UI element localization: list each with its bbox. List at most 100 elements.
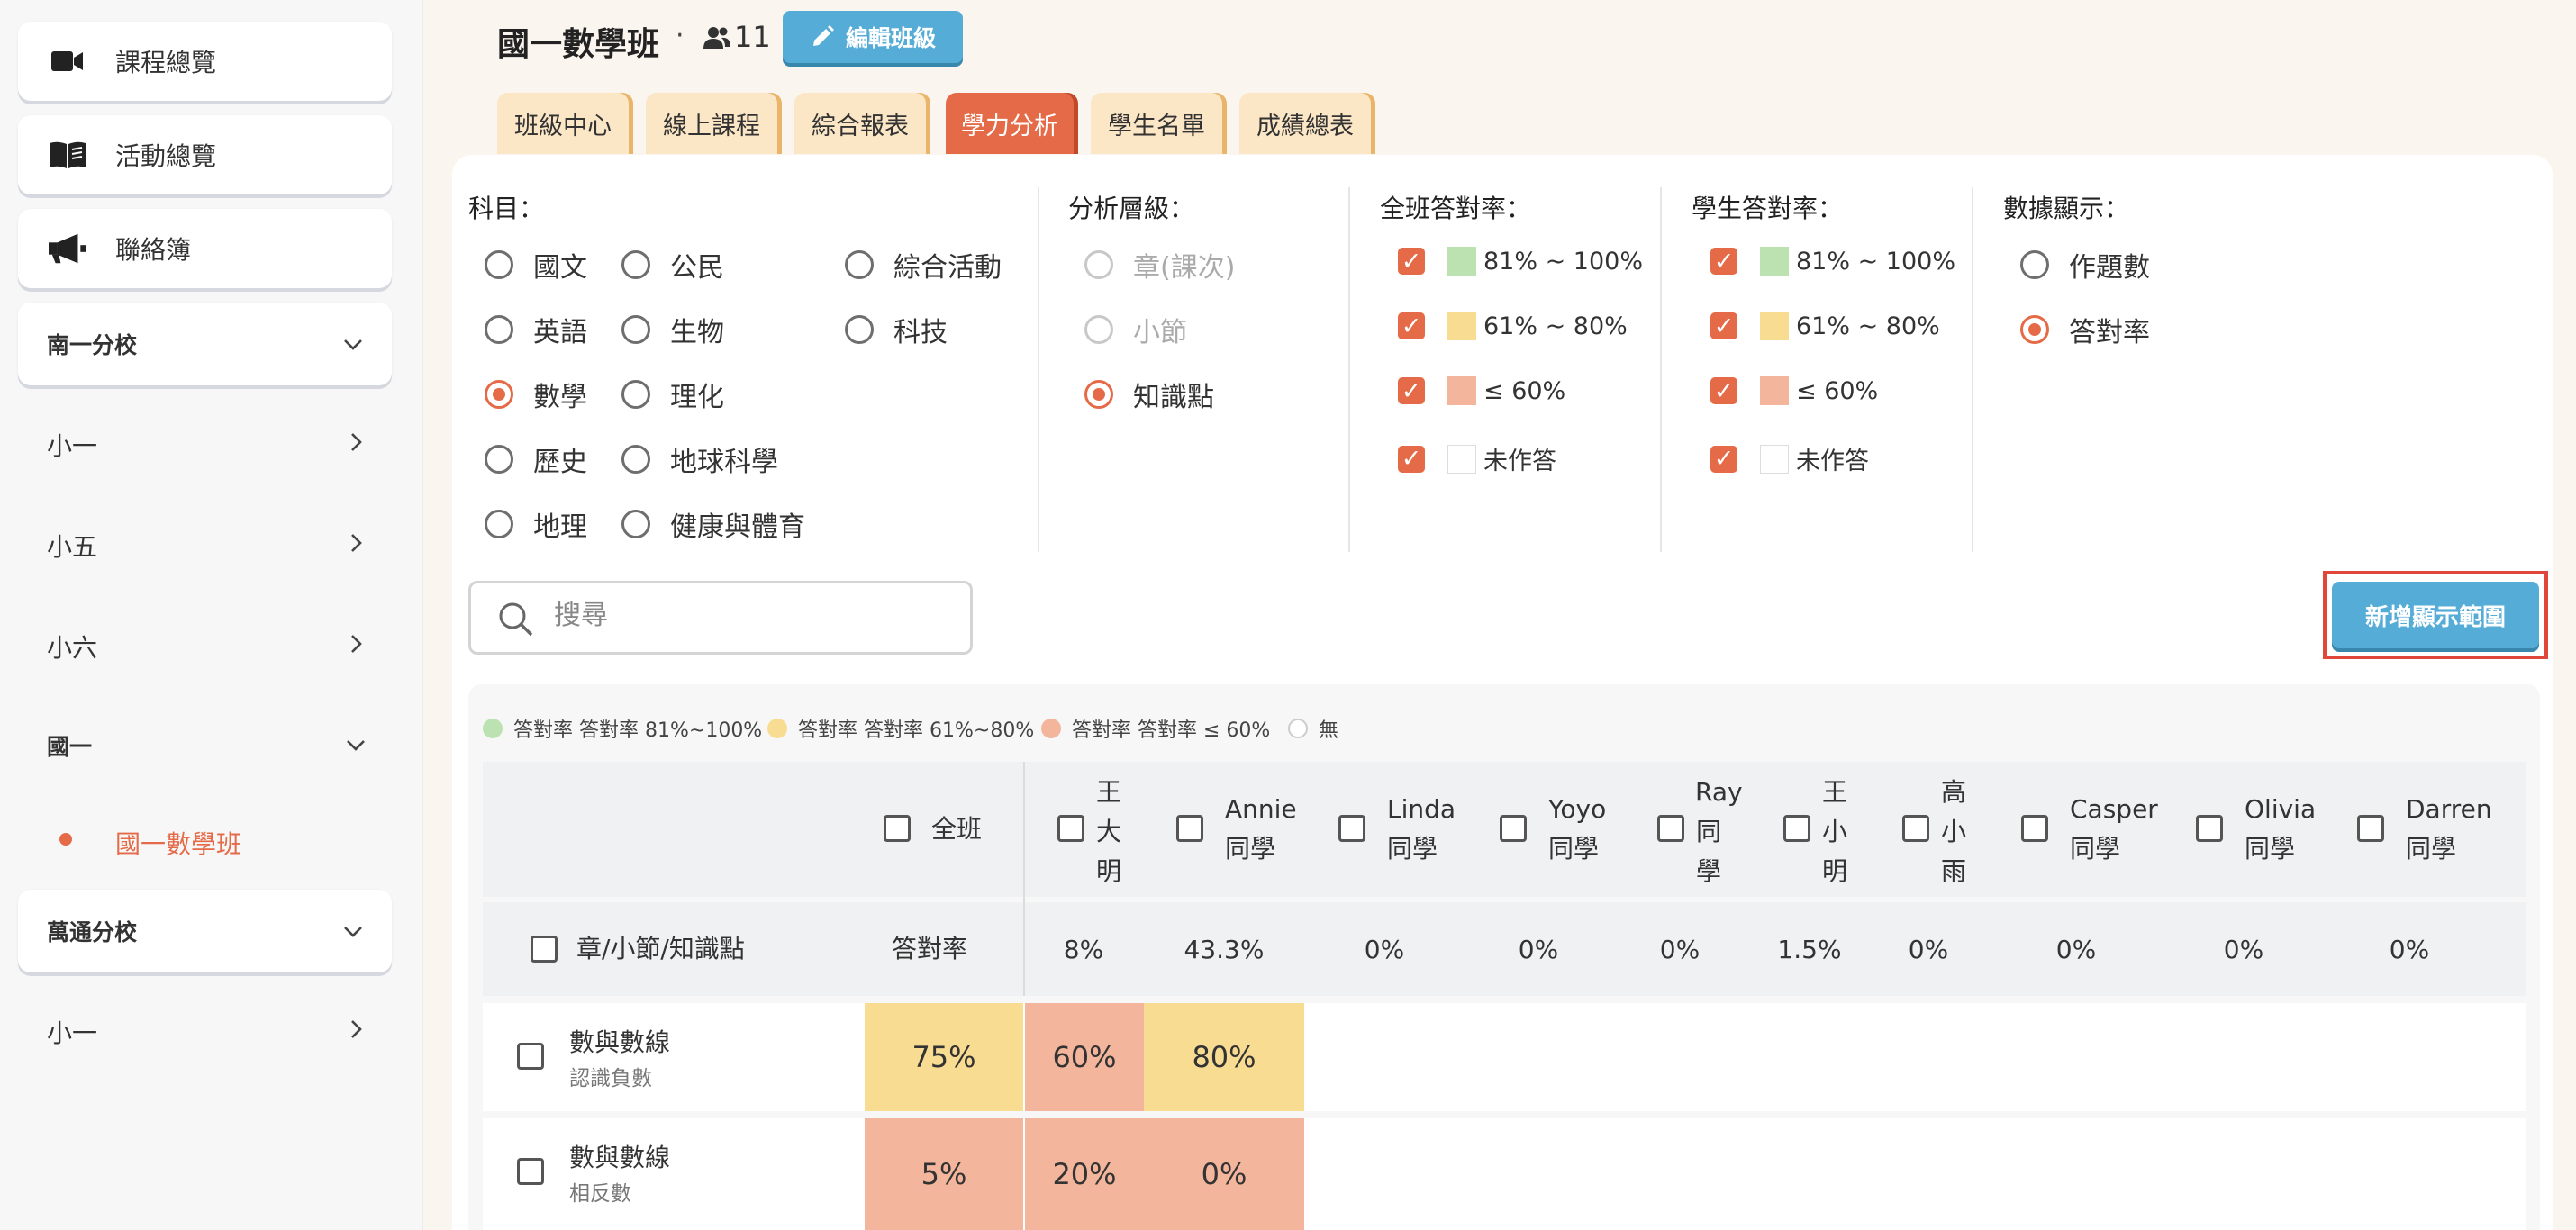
checkbox-checked[interactable]: ✓ — [1398, 445, 1425, 473]
add-display-range-button[interactable]: 新增顯示範圍 — [2332, 582, 2539, 648]
subject-option[interactable]: 綜合活動 — [845, 245, 1002, 285]
class-rate-option[interactable]: ✓ 61% ~ 80% — [1398, 312, 1628, 340]
option-label: 健康與體育 — [670, 511, 805, 543]
student-name: 大 — [1095, 817, 1121, 846]
radio-button[interactable] — [1084, 380, 1113, 409]
subject-option[interactable]: 地球科學 — [621, 439, 778, 479]
sidebar-item-grade1[interactable]: 小一 — [47, 427, 97, 463]
student-select-checkbox[interactable] — [1500, 815, 1527, 842]
tab-ability-analysis[interactable]: 學力分析 — [946, 93, 1074, 154]
select-class-checkbox[interactable] — [884, 815, 911, 842]
group-wantong[interactable]: 萬通分校 — [18, 890, 392, 972]
student-select-checkbox[interactable] — [1783, 815, 1810, 842]
edit-class-button[interactable]: 編輯班級 — [783, 11, 963, 63]
radio-button[interactable] — [621, 380, 650, 409]
radio-button[interactable] — [845, 315, 874, 344]
tab-online-course[interactable]: 線上課程 — [646, 93, 777, 154]
student-name: 王 — [1821, 777, 1847, 807]
student-select-checkbox[interactable] — [2021, 815, 2048, 842]
student-rate-option[interactable]: ✓ 未作答 — [1710, 441, 1869, 476]
checkbox-checked[interactable]: ✓ — [1398, 377, 1425, 405]
student-rate-option[interactable]: ✓ 81% ~ 100% — [1710, 247, 1955, 276]
subject-option[interactable]: 理化 — [621, 375, 724, 414]
sidebar-item-junior1[interactable]: 國一 — [47, 729, 92, 762]
class-rate-option[interactable]: ✓ ≤ 60% — [1398, 376, 1565, 405]
checkbox-checked[interactable]: ✓ — [1710, 248, 1737, 276]
radio-button[interactable] — [2012, 307, 2063, 357]
subject-option[interactable]: 公民 — [621, 245, 724, 285]
nav-activity-overview[interactable]: 活動總覽 — [18, 115, 392, 194]
display-option[interactable]: 作題數 — [2020, 245, 2150, 285]
radio-button[interactable] — [485, 380, 513, 409]
sidebar-item-grade1-wantong[interactable]: 小一 — [47, 1014, 97, 1050]
student-rate-option[interactable]: ✓ 61% ~ 80% — [1710, 312, 1940, 340]
row-checkbox[interactable] — [517, 1043, 544, 1070]
chevron-right-icon[interactable] — [344, 1017, 367, 1041]
people-icon — [703, 27, 730, 49]
radio-button[interactable] — [621, 510, 650, 538]
sidebar-item-grade6[interactable]: 小六 — [47, 629, 97, 665]
level-option-disabled: 小節 — [1084, 310, 1187, 349]
student-rate-option[interactable]: ✓ ≤ 60% — [1710, 376, 1878, 405]
nav-course-overview[interactable]: 課程總覽 — [18, 22, 392, 101]
subject-option[interactable]: 國文 — [485, 245, 587, 285]
subject-option[interactable]: 生物 — [621, 310, 724, 349]
chevron-down-icon[interactable] — [344, 733, 367, 756]
subject-option[interactable]: 歷史 — [485, 439, 587, 479]
checkbox-checked[interactable]: ✓ — [1710, 312, 1737, 340]
student-select-checkbox[interactable] — [1338, 815, 1365, 842]
nav-label: 聯絡簿 — [115, 235, 192, 265]
checkbox-checked[interactable]: ✓ — [1398, 248, 1425, 276]
tab-class-center[interactable]: 班級中心 — [497, 93, 629, 154]
radio-button[interactable] — [621, 315, 650, 344]
student-select-checkbox[interactable] — [2357, 815, 2384, 842]
radio-button[interactable] — [485, 250, 513, 279]
level-option-selected[interactable]: 知識點 — [1084, 375, 1214, 414]
subject-option-selected[interactable]: 數學 — [485, 375, 587, 414]
radio-button[interactable] — [845, 250, 874, 279]
radio-button[interactable] — [485, 510, 513, 538]
search-input[interactable] — [554, 600, 950, 631]
sidebar-item-current-class[interactable]: 國一數學班 — [115, 825, 241, 861]
overall-rate-value: 0% — [1518, 935, 1559, 964]
radio-button[interactable] — [621, 445, 650, 474]
select-all-rows-checkbox[interactable] — [531, 936, 558, 963]
option-label: 生物 — [670, 317, 724, 348]
student-select-checkbox[interactable] — [1057, 815, 1084, 842]
radio-button[interactable] — [485, 445, 513, 474]
student-name: 同學 — [1548, 834, 1600, 864]
student-select-checkbox[interactable] — [1657, 815, 1684, 842]
radio-button[interactable] — [621, 250, 650, 279]
tab-student-list[interactable]: 學生名單 — [1091, 93, 1222, 154]
subject-option[interactable]: 健康與體育 — [621, 504, 805, 544]
student-select-checkbox[interactable] — [1176, 815, 1203, 842]
chevron-right-icon[interactable] — [344, 632, 367, 656]
radio-button[interactable] — [2020, 250, 2049, 279]
subject-option[interactable]: 英語 — [485, 310, 587, 349]
class-rate-option[interactable]: ✓ 81% ~ 100% — [1398, 247, 1643, 276]
checkbox-checked[interactable]: ✓ — [1710, 377, 1737, 405]
option-label: 81% ~ 100% — [1483, 247, 1643, 276]
radio-button[interactable] — [485, 315, 513, 344]
student-name: 明 — [1821, 856, 1847, 886]
student-select-checkbox[interactable] — [1902, 815, 1929, 842]
search-box[interactable] — [468, 581, 973, 655]
tab-report[interactable]: 綜合報表 — [794, 93, 926, 154]
display-option-selected[interactable]: 答對率 — [2012, 307, 2150, 357]
row-checkbox[interactable] — [517, 1158, 544, 1185]
checkbox-checked[interactable]: ✓ — [1398, 312, 1425, 340]
tab-grade-summary[interactable]: 成績總表 — [1239, 93, 1371, 154]
sidebar-item-grade5[interactable]: 小五 — [47, 528, 97, 564]
student-select-checkbox[interactable] — [2196, 815, 2223, 842]
chevron-right-icon[interactable] — [344, 430, 367, 454]
student-name: 同 — [1695, 817, 1721, 846]
class-rate-option[interactable]: ✓ 未作答 — [1398, 441, 1556, 476]
row-title: 數與數線 — [569, 1027, 671, 1057]
subject-option[interactable]: 地理 — [485, 504, 587, 544]
option-label: 作題數 — [2069, 252, 2150, 284]
group-nanyi[interactable]: 南一分校 — [18, 303, 392, 385]
subject-option[interactable]: 科技 — [845, 310, 948, 349]
chevron-right-icon[interactable] — [344, 531, 367, 555]
checkbox-checked[interactable]: ✓ — [1710, 445, 1737, 473]
nav-contact-book[interactable]: 聯絡簿 — [18, 209, 392, 288]
